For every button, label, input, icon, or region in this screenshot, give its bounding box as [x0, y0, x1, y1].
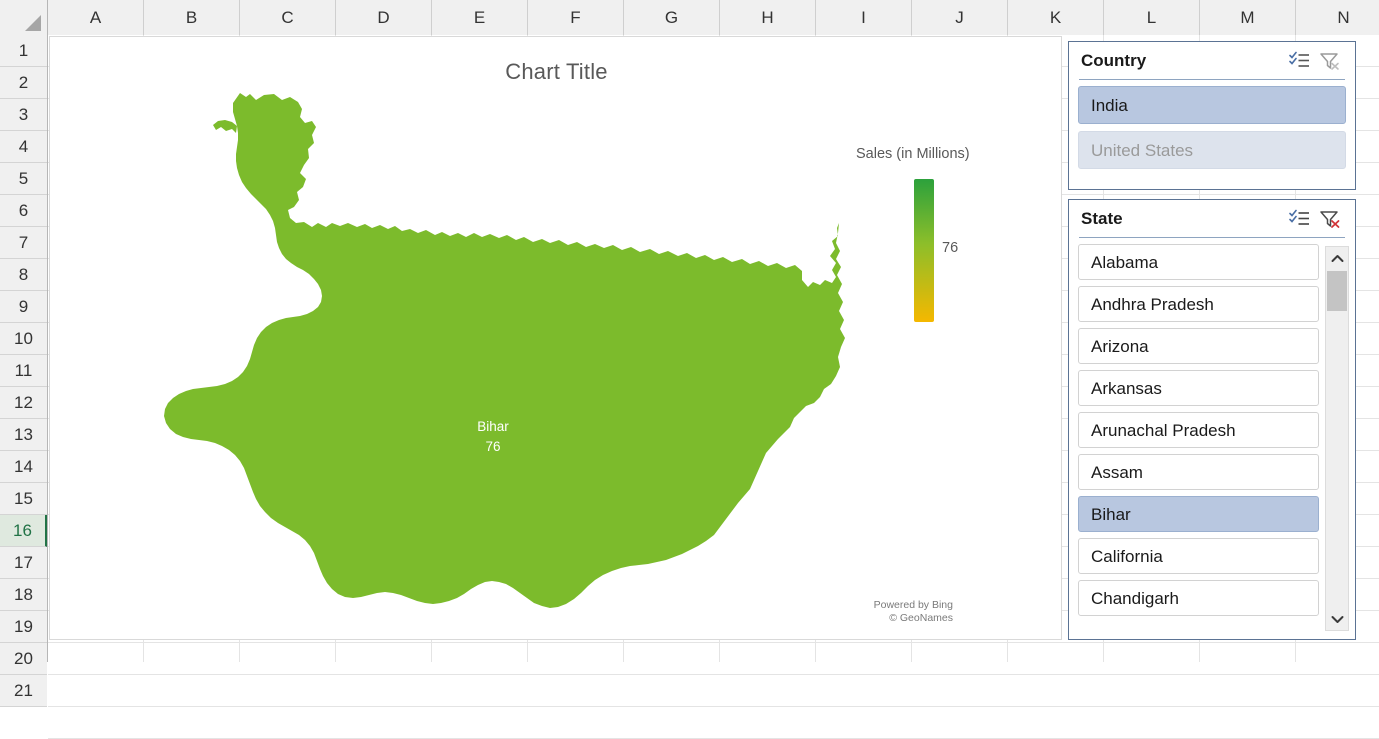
slicer-item-country-india[interactable]: India	[1078, 86, 1346, 124]
column-header-J[interactable]: J	[912, 0, 1008, 35]
row-header-9[interactable]: 9	[0, 291, 47, 323]
row-header-1[interactable]: 1	[0, 35, 47, 67]
row-header-4[interactable]: 4	[0, 131, 47, 163]
column-header-F[interactable]: F	[528, 0, 624, 35]
column-header-cells: ABCDEFGHIJKLMN	[48, 0, 1379, 35]
column-header-E[interactable]: E	[432, 0, 528, 35]
row-header-15[interactable]: 15	[0, 483, 47, 515]
row-header-7[interactable]: 7	[0, 227, 47, 259]
row-header-21[interactable]: 21	[0, 675, 47, 707]
slicer-country[interactable]: Country India United States	[1068, 41, 1356, 190]
column-header-L[interactable]: L	[1104, 0, 1200, 35]
row-header-column[interactable]: 1 2 3 4 5 6 7 8 9 10 11 12 13 14 15 16 17 18 19 20 21	[0, 35, 48, 707]
bihar-map-shape[interactable]	[50, 37, 1062, 640]
slicer-item-state-assam[interactable]: Assam	[1078, 454, 1319, 490]
column-header-N[interactable]: N	[1296, 0, 1379, 35]
slicer-item-state-california[interactable]: California	[1078, 538, 1319, 574]
row-header-8[interactable]: 8	[0, 259, 47, 291]
slicer-item-state-bihar[interactable]: Bihar	[1078, 496, 1319, 532]
clear-filter-icon[interactable]	[1315, 48, 1345, 74]
map-attribution: Powered by Bing © GeoNames	[874, 599, 953, 625]
slicer-item-state-chandigarh[interactable]: Chandigarh	[1078, 580, 1319, 616]
chevron-down-icon[interactable]	[1326, 608, 1348, 630]
slicer-state-title: State	[1081, 209, 1123, 228]
select-all-triangle-icon	[25, 15, 41, 31]
column-header-C[interactable]: C	[240, 0, 336, 35]
excel-worksheet: 1 2 3 4 5 6 7 8 9 10 11 12 13 14 15 16 17 18 19 20 21 ABCDEF…	[0, 0, 1379, 739]
row-header-2[interactable]: 2	[0, 67, 47, 99]
column-header-I[interactable]: I	[816, 0, 912, 35]
multi-select-icon[interactable]	[1285, 48, 1315, 74]
column-header-D[interactable]: D	[336, 0, 432, 35]
slicer-scrollbar[interactable]	[1325, 246, 1349, 631]
slicer-state-header: State	[1069, 200, 1355, 238]
row-header-12[interactable]: 12	[0, 387, 47, 419]
scrollbar-thumb[interactable]	[1327, 271, 1347, 311]
clear-filter-icon[interactable]	[1315, 206, 1345, 232]
chart-title: Chart Title	[505, 59, 608, 84]
column-header-B[interactable]: B	[144, 0, 240, 35]
grid-line-horizontal	[48, 642, 1379, 643]
select-all-corner[interactable]	[0, 0, 48, 35]
column-header-row[interactable]: ABCDEFGHIJKLMN	[0, 0, 1379, 35]
row-header-11[interactable]: 11	[0, 355, 47, 387]
row-header-16[interactable]: 16	[0, 515, 47, 547]
slicer-item-country-united-states[interactable]: United States	[1078, 131, 1346, 169]
multi-select-icon[interactable]	[1285, 206, 1315, 232]
row-header-20[interactable]: 20	[0, 643, 47, 675]
slicer-item-state-arkansas[interactable]: Arkansas	[1078, 370, 1319, 406]
attribution-geonames: © GeoNames	[889, 612, 953, 624]
grid-line-horizontal	[48, 706, 1379, 707]
row-header-3[interactable]: 3	[0, 99, 47, 131]
column-header-H[interactable]: H	[720, 0, 816, 35]
column-header-M[interactable]: M	[1200, 0, 1296, 35]
slicer-state[interactable]: State Alabama Andhra Pradesh Arizona Arkans…	[1068, 199, 1356, 640]
legend-value-label: 76	[942, 240, 959, 256]
slicer-country-header: Country	[1069, 42, 1355, 80]
grid-line-horizontal	[48, 674, 1379, 675]
slicer-item-state-arizona[interactable]: Arizona	[1078, 328, 1319, 364]
slicer-country-title: Country	[1081, 51, 1147, 70]
map-chart-object[interactable]: Chart Title Bihar 76 Sales (in Millions)…	[49, 36, 1062, 640]
row-header-13[interactable]: 13	[0, 419, 47, 451]
column-header-K[interactable]: K	[1008, 0, 1104, 35]
column-header-A[interactable]: A	[48, 0, 144, 35]
row-header-10[interactable]: 10	[0, 323, 47, 355]
attribution-bing: Powered by Bing	[873, 599, 953, 611]
row-header-18[interactable]: 18	[0, 579, 47, 611]
row-header-19[interactable]: 19	[0, 611, 47, 643]
slicer-item-state-alabama[interactable]: Alabama	[1078, 244, 1319, 280]
chevron-up-icon[interactable]	[1326, 247, 1348, 269]
slicer-item-state-andhra-pradesh[interactable]: Andhra Pradesh	[1078, 286, 1319, 322]
slicer-state-items[interactable]: Alabama Andhra Pradesh Arizona Arkansas Arun…	[1069, 238, 1355, 630]
slicer-item-state-arunachal-pradesh[interactable]: Arunachal Pradesh	[1078, 412, 1319, 448]
column-header-G[interactable]: G	[624, 0, 720, 35]
slicer-country-items[interactable]: India United States	[1069, 80, 1355, 184]
legend-title: Sales (in Millions)	[856, 146, 970, 162]
row-header-5[interactable]: 5	[0, 163, 47, 195]
row-header-14[interactable]: 14	[0, 451, 47, 483]
row-header-17[interactable]: 17	[0, 547, 47, 579]
row-header-6[interactable]: 6	[0, 195, 47, 227]
